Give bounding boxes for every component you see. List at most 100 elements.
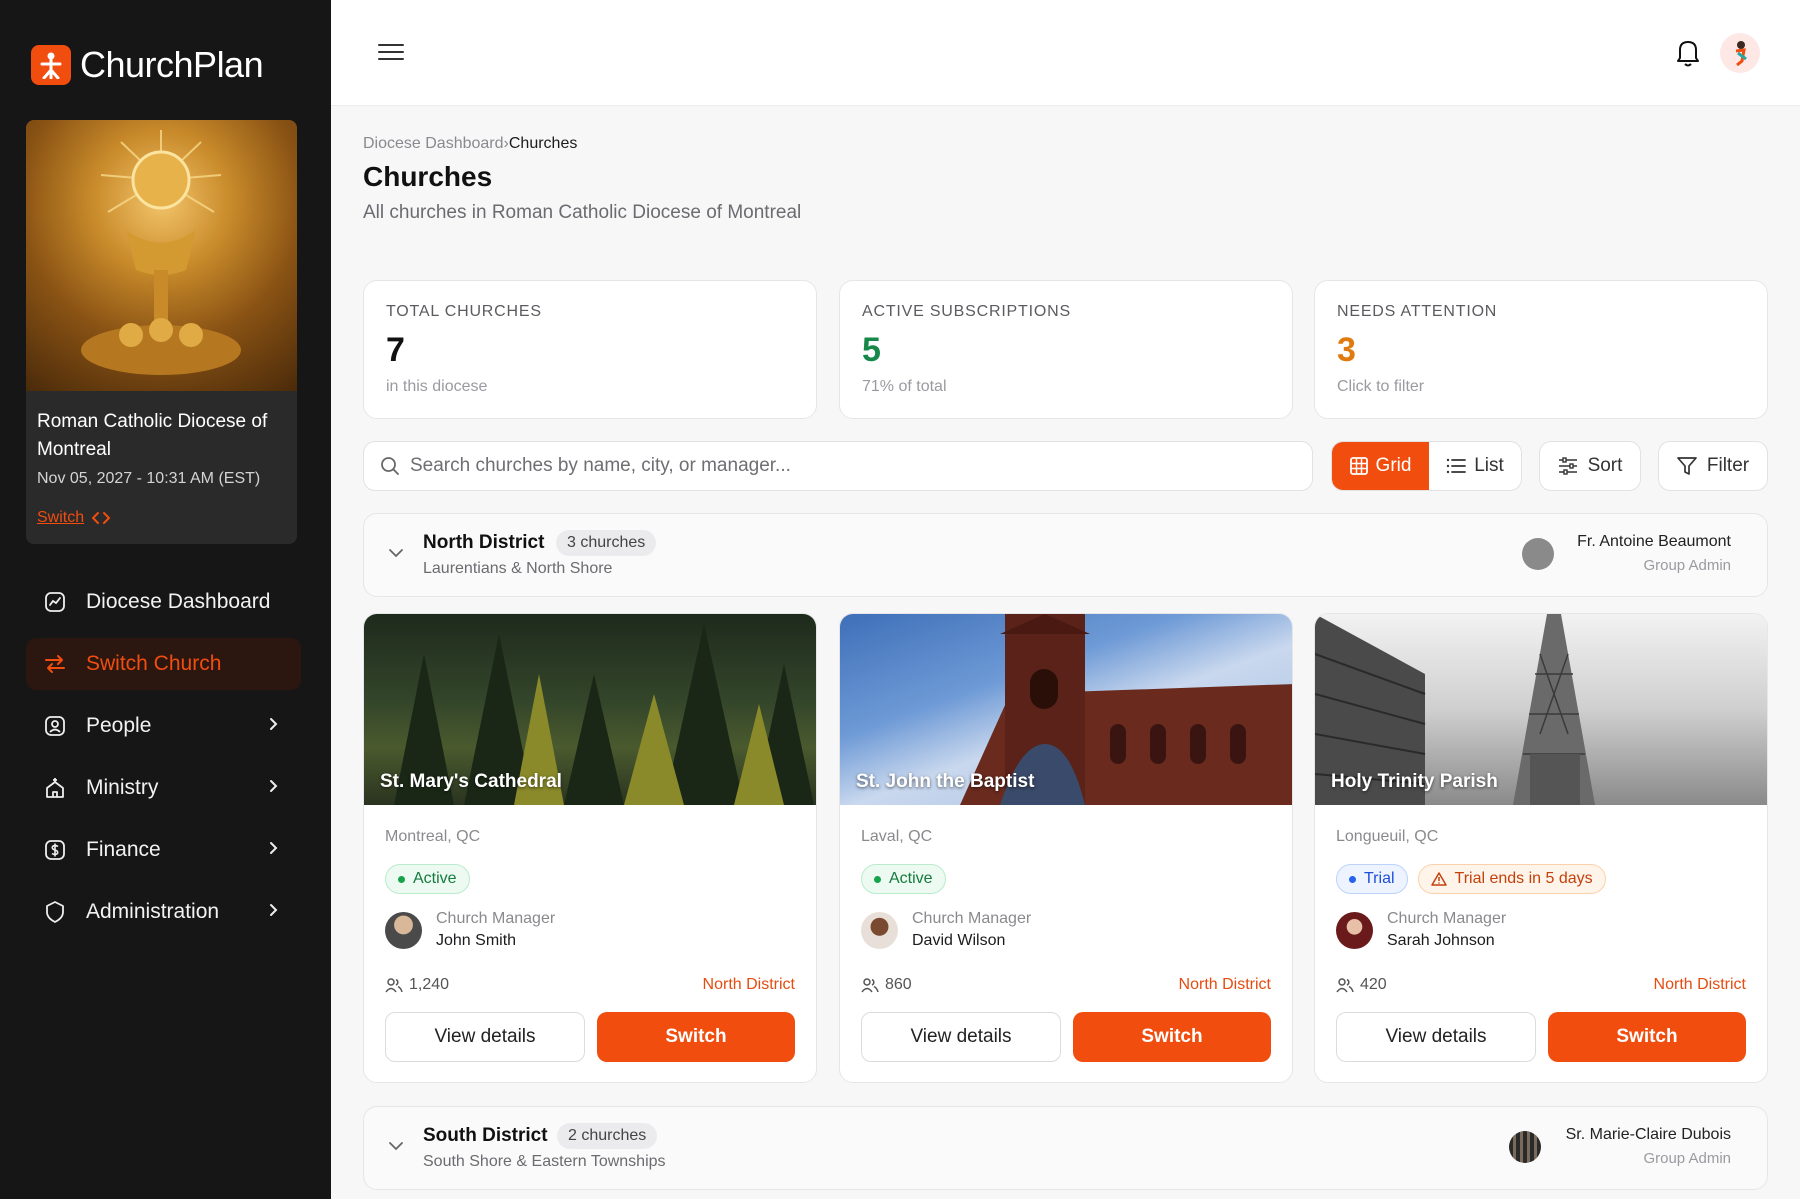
district-north[interactable]: North District 3 churches Laurentians & … — [363, 513, 1768, 597]
status-text: Active — [889, 870, 933, 887]
app-logo[interactable]: ChurchPlan — [31, 44, 264, 86]
badges: Trial Trial ends in 5 days — [1336, 864, 1606, 894]
church-manager: Church Manager David Wilson — [861, 910, 1031, 950]
stat-note: in this diocese — [386, 378, 488, 395]
list-view-button[interactable]: List — [1429, 442, 1521, 490]
page-title: Churches — [363, 161, 493, 192]
nav-item-ministry[interactable]: Ministry — [26, 762, 301, 814]
main-nav: Diocese Dashboard Switch Church People M… — [26, 576, 301, 948]
district-tag: North District — [702, 976, 795, 993]
search-input[interactable] — [410, 455, 1260, 477]
sort-button[interactable]: Sort — [1539, 441, 1641, 491]
users-icon — [861, 978, 879, 993]
status-badge: Trial — [1336, 864, 1408, 894]
page-subtitle: All churches in Roman Catholic Diocese o… — [363, 202, 802, 223]
diocese-switch[interactable]: Switch — [37, 509, 111, 527]
stat-value: 7 — [386, 331, 405, 369]
district-count-badge: 3 churches — [556, 530, 657, 556]
badges: Active — [861, 864, 946, 894]
diocese-switch-link[interactable]: Switch — [37, 509, 84, 527]
district-subtitle: Laurentians & North Shore — [423, 560, 613, 577]
district-admin: Fr. Antoine Beaumont Group Admin — [1577, 533, 1731, 574]
church-city: Montreal, QC — [385, 828, 481, 845]
nav-item-label: People — [86, 714, 152, 737]
list-label: List — [1474, 455, 1504, 476]
view-details-button[interactable]: View details — [1336, 1012, 1536, 1062]
dollar-icon — [42, 837, 68, 863]
search-box[interactable] — [363, 441, 1313, 491]
nav-item-finance[interactable]: Finance — [26, 824, 301, 876]
user-icon — [42, 713, 68, 739]
diocese-datetime: Nov 05, 2027 - 10:31 AM (EST) — [37, 470, 261, 487]
church-image: Holy Trinity Parish — [1315, 614, 1767, 805]
manager-name: John Smith — [436, 932, 517, 949]
breadcrumb-parent[interactable]: Diocese Dashboard — [363, 135, 504, 152]
district-name: South District — [423, 1125, 548, 1146]
warning-icon — [1430, 872, 1447, 886]
admin-role: Group Admin — [1643, 1150, 1731, 1167]
stat-total-churches: TOTAL CHURCHES 7 in this diocese — [363, 280, 817, 419]
sidebar: ChurchPlan Roman Catholic Diocese of Mon… — [0, 0, 331, 1199]
chevron-right-icon — [270, 842, 278, 854]
nav-item-administration[interactable]: Administration — [26, 886, 301, 938]
nav-item-diocese-dashboard[interactable]: Diocese Dashboard — [26, 576, 301, 628]
filter-icon — [1677, 457, 1697, 475]
district-south[interactable]: South District 2 churches South Shore & … — [363, 1106, 1768, 1190]
chevron-down-icon[interactable] — [388, 1141, 404, 1151]
chevron-down-icon[interactable] — [388, 548, 404, 558]
church-card: St. Mary's Cathedral Montreal, QC Active… — [363, 613, 817, 1083]
member-count: 420 — [1336, 976, 1387, 994]
diocese-name: Roman Catholic Diocese of Montreal — [37, 411, 268, 460]
church-city: Laval, QC — [861, 828, 933, 845]
chevron-right-icon — [270, 718, 278, 730]
district-admin: Sr. Marie-Claire Dubois Group Admin — [1566, 1126, 1731, 1167]
church-name: Holy Trinity Parish — [1331, 771, 1498, 792]
view-toggle: Grid List — [1331, 441, 1522, 491]
member-count: 860 — [861, 976, 912, 994]
shield-icon — [42, 899, 68, 925]
grid-label: Grid — [1375, 455, 1412, 476]
filter-label: Filter — [1706, 455, 1750, 476]
view-details-button[interactable]: View details — [385, 1012, 585, 1062]
status-dot — [398, 875, 405, 883]
admin-name: Sr. Marie-Claire Dubois — [1565, 1126, 1731, 1143]
status-dot — [1349, 875, 1356, 883]
member-count: 1,240 — [385, 976, 449, 994]
nav-item-label: Finance — [86, 838, 161, 861]
manager-role: Church Manager — [436, 910, 556, 927]
church-name: St. Mary's Cathedral — [380, 771, 562, 792]
top-bar — [331, 0, 1800, 106]
status-badge: Active — [385, 864, 470, 894]
manager-name: Sarah Johnson — [1387, 932, 1495, 949]
grid-icon — [1349, 457, 1368, 475]
church-icon — [42, 775, 68, 801]
admin-role: Group Admin — [1643, 557, 1731, 574]
church-manager: Church Manager John Smith — [385, 910, 555, 950]
diocese-card: Roman Catholic Diocese of Montreal Nov 0… — [26, 120, 297, 544]
manager-role: Church Manager — [912, 910, 1032, 927]
chart-icon — [42, 589, 68, 615]
view-details-button[interactable]: View details — [861, 1012, 1061, 1062]
switch-button[interactable]: Switch — [1548, 1012, 1746, 1062]
switch-button[interactable]: Switch — [597, 1012, 795, 1062]
churchplan-logo-icon — [31, 45, 71, 85]
search-icon — [381, 457, 399, 475]
stat-needs-attention[interactable]: NEEDS ATTENTION 3 Click to filter — [1314, 280, 1768, 419]
district-tag: North District — [1653, 976, 1746, 993]
church-city: Longueuil, QC — [1336, 828, 1439, 845]
district-tag: North District — [1178, 976, 1271, 993]
menu-icon[interactable] — [378, 42, 404, 67]
manager-role: Church Manager — [1387, 910, 1507, 927]
users-icon — [1336, 978, 1354, 993]
bell-icon[interactable] — [1674, 38, 1702, 73]
user-avatar[interactable] — [1720, 33, 1760, 73]
nav-item-switch-church[interactable]: Switch Church — [26, 638, 301, 690]
church-name: St. John the Baptist — [856, 771, 1035, 792]
church-image: St. Mary's Cathedral — [364, 614, 816, 805]
member-count-value: 420 — [1360, 976, 1387, 993]
filter-button[interactable]: Filter — [1658, 441, 1768, 491]
grid-view-button[interactable]: Grid — [1332, 442, 1429, 490]
breadcrumb: Diocese Dashboard›Churches — [363, 135, 577, 153]
switch-button[interactable]: Switch — [1073, 1012, 1271, 1062]
nav-item-people[interactable]: People — [26, 700, 301, 752]
